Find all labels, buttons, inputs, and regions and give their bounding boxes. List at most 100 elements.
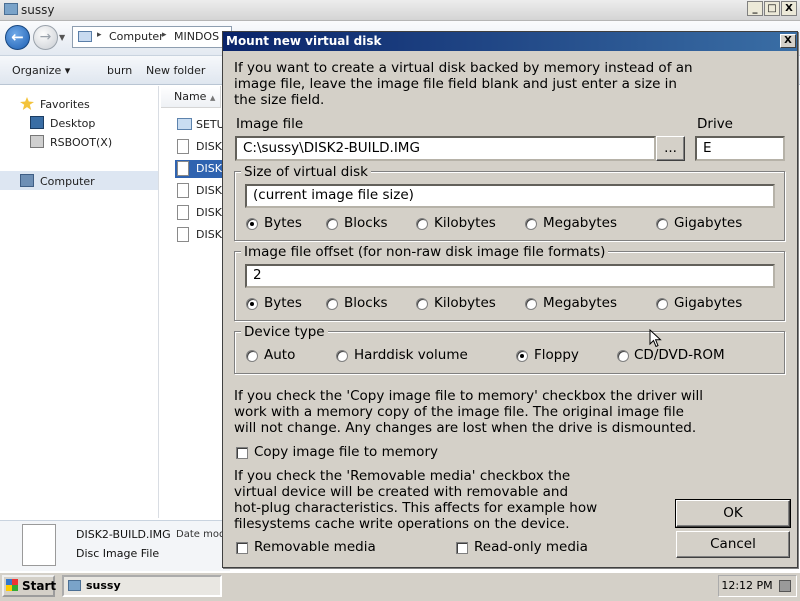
- offset-unit-kilobytes-label[interactable]: Kilobytes: [434, 295, 496, 311]
- size-input[interactable]: (current image file size): [245, 184, 775, 208]
- organize-menu[interactable]: Organize ▾: [12, 64, 70, 77]
- windows-logo-icon: [6, 579, 18, 591]
- offset-unit-megabytes-radio[interactable]: [525, 298, 537, 310]
- copy-info-line: If you check the 'Copy image file to mem…: [234, 388, 704, 404]
- device-floppy-label[interactable]: Floppy: [534, 347, 579, 363]
- folder-icon: [68, 580, 81, 591]
- nav-item-desktop[interactable]: Desktop: [50, 117, 95, 130]
- offset-unit-megabytes-label[interactable]: Megabytes: [543, 295, 617, 311]
- details-date-label: Date mod: [176, 529, 226, 540]
- removable-info-line: If you check the 'Removable media' check…: [234, 468, 571, 484]
- removable-media-label[interactable]: Removable media: [254, 539, 376, 555]
- list-item[interactable]: DISK: [175, 138, 225, 156]
- copy-to-memory-checkbox[interactable]: [236, 447, 248, 459]
- clock[interactable]: 12:12 PM: [719, 576, 775, 596]
- minimize-button[interactable]: _: [747, 1, 763, 16]
- breadcrumb-computer[interactable]: Computer: [109, 30, 164, 43]
- intro-line: the size field.: [234, 92, 325, 108]
- offset-unit-blocks-label[interactable]: Blocks: [344, 295, 388, 311]
- device-auto-radio[interactable]: [246, 350, 258, 362]
- size-unit-gigabytes-radio[interactable]: [656, 218, 668, 230]
- size-unit-blocks-radio[interactable]: [326, 218, 338, 230]
- ok-button[interactable]: OK: [675, 499, 791, 528]
- offset-unit-gigabytes-label[interactable]: Gigabytes: [674, 295, 742, 311]
- image-file-input[interactable]: C:\sussy\DISK2-BUILD.IMG: [235, 136, 656, 161]
- list-item[interactable]: DISK: [175, 182, 225, 200]
- list-item-selected[interactable]: DISK: [175, 160, 225, 178]
- file-icon: [177, 161, 189, 176]
- column-header-name[interactable]: Name ▲: [161, 86, 221, 108]
- intro-line: image file, leave the image file field b…: [234, 76, 677, 92]
- history-dropdown-icon[interactable]: ▼: [59, 33, 65, 42]
- dialog-titlebar[interactable]: Mount new virtual disk X: [223, 32, 797, 51]
- device-auto-label[interactable]: Auto: [264, 347, 295, 363]
- offset-unit-kilobytes-radio[interactable]: [416, 298, 428, 310]
- copy-to-memory-label[interactable]: Copy image file to memory: [254, 444, 438, 460]
- maximize-button[interactable]: □: [764, 1, 780, 16]
- list-item[interactable]: DISK: [175, 204, 225, 222]
- size-unit-blocks-label[interactable]: Blocks: [344, 215, 388, 231]
- size-unit-megabytes-radio[interactable]: [525, 218, 537, 230]
- browse-button[interactable]: ...: [656, 136, 685, 161]
- size-unit-bytes-radio[interactable]: [246, 218, 258, 230]
- copy-info-line: work with a memory copy of the image fil…: [234, 404, 684, 420]
- removable-info-text: If you check the 'Removable media' check…: [234, 468, 597, 532]
- offset-group-legend: Image file offset (for non-raw disk imag…: [241, 244, 609, 260]
- nav-item-computer[interactable]: Computer: [40, 175, 95, 188]
- dialog-title: Mount new virtual disk: [226, 34, 382, 48]
- nav-item-favorites[interactable]: Favorites: [40, 98, 90, 111]
- navigation-pane: [0, 86, 159, 518]
- removable-info-line: hot-plug characteristics. This affects f…: [234, 500, 598, 516]
- size-unit-kilobytes-label[interactable]: Kilobytes: [434, 215, 496, 231]
- desktop-icon: [30, 116, 44, 129]
- device-cdrom-radio[interactable]: [617, 350, 629, 362]
- size-unit-gigabytes-label[interactable]: Gigabytes: [674, 215, 742, 231]
- offset-unit-bytes-label[interactable]: Bytes: [264, 295, 302, 311]
- device-harddisk-label[interactable]: Harddisk volume: [354, 347, 468, 363]
- forward-arrow-icon[interactable]: →: [33, 25, 58, 50]
- read-only-checkbox[interactable]: [456, 542, 468, 554]
- tray-icon[interactable]: [779, 580, 791, 592]
- file-name: DISK: [196, 140, 222, 153]
- removable-media-checkbox[interactable]: [236, 542, 248, 554]
- back-arrow-icon[interactable]: ←: [5, 25, 30, 50]
- device-floppy-radio[interactable]: [516, 350, 528, 362]
- device-type-legend: Device type: [241, 324, 328, 340]
- offset-input[interactable]: 2: [245, 264, 775, 288]
- intro-text: If you want to create a virtual disk bac…: [234, 60, 693, 108]
- breadcrumb-separator-icon[interactable]: ▸: [97, 30, 102, 40]
- file-name: DISK: [196, 228, 222, 241]
- taskbar-window-button[interactable]: sussy: [62, 575, 222, 597]
- removable-info-line: virtual device will be created with remo…: [234, 484, 569, 500]
- size-unit-megabytes-label[interactable]: Megabytes: [543, 215, 617, 231]
- device-harddisk-radio[interactable]: [336, 350, 348, 362]
- breadcrumb-drive[interactable]: MINDOS (: [174, 30, 227, 43]
- nav-item-rsboot[interactable]: RSBOOT(X): [50, 136, 112, 149]
- folder-icon: [4, 3, 18, 15]
- offset-unit-blocks-radio[interactable]: [326, 298, 338, 310]
- explorer-titlebar[interactable]: sussy _ □ X: [0, 0, 800, 21]
- new-folder-button[interactable]: New folder: [146, 64, 205, 77]
- offset-unit-bytes-radio[interactable]: [246, 298, 258, 310]
- list-item[interactable]: DISK: [175, 226, 225, 244]
- cancel-button[interactable]: Cancel: [676, 531, 790, 558]
- explorer-title: sussy: [21, 3, 55, 17]
- close-button[interactable]: X: [781, 1, 797, 16]
- close-icon[interactable]: X: [780, 34, 796, 48]
- breadcrumb-separator-icon[interactable]: ▸: [162, 30, 167, 40]
- offset-unit-gigabytes-radio[interactable]: [656, 298, 668, 310]
- burn-button[interactable]: burn: [107, 64, 132, 77]
- drive-icon: [30, 135, 44, 148]
- file-icon: [22, 524, 56, 566]
- size-unit-bytes-label[interactable]: Bytes: [264, 215, 302, 231]
- list-item[interactable]: SETU: [175, 116, 225, 134]
- read-only-label[interactable]: Read-only media: [474, 539, 588, 555]
- details-file-type: Disc Image File: [76, 547, 160, 560]
- drive-input[interactable]: E: [695, 136, 785, 161]
- device-cdrom-label[interactable]: CD/DVD-ROM: [634, 347, 725, 363]
- size-unit-kilobytes-radio[interactable]: [416, 218, 428, 230]
- sort-up-icon: ▲: [209, 94, 216, 102]
- removable-info-line: filesystems cache write operations on th…: [234, 516, 570, 532]
- file-icon: [177, 139, 189, 154]
- address-bar[interactable]: ▸ Computer ▸ MINDOS (: [72, 26, 232, 48]
